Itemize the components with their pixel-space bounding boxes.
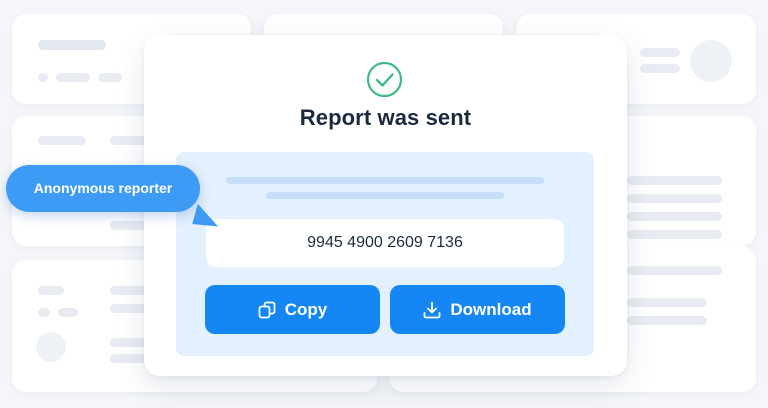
placeholder-line — [640, 48, 680, 57]
cursor-pointer-icon — [192, 203, 219, 227]
copy-button[interactable]: Copy — [205, 285, 380, 334]
placeholder-line — [627, 194, 722, 203]
anonymous-reporter-badge: Anonymous reporter — [6, 165, 200, 212]
placeholder-line — [38, 136, 86, 145]
placeholder-line — [640, 64, 680, 73]
placeholder-avatar — [690, 40, 732, 82]
placeholder-line — [38, 286, 64, 295]
check-circle-icon — [366, 61, 403, 98]
dialog-title: Report was sent — [299, 105, 472, 130]
placeholder-line — [627, 298, 707, 307]
placeholder-line — [38, 40, 106, 50]
placeholder-line — [627, 230, 722, 239]
placeholder-line — [627, 212, 722, 221]
placeholder-line — [627, 176, 722, 185]
placeholder-line — [266, 192, 504, 199]
placeholder-line — [38, 308, 50, 317]
placeholder-avatar — [36, 332, 66, 362]
copy-button-label: Copy — [284, 299, 328, 319]
download-button-label: Download — [450, 299, 532, 319]
download-icon — [423, 301, 441, 318]
placeholder-line — [627, 316, 707, 325]
placeholder-line — [56, 73, 90, 82]
placeholder-line — [98, 73, 122, 82]
placeholder-line — [38, 73, 48, 82]
report-code: 9945 4900 2609 7136 — [206, 219, 564, 267]
placeholder-line — [226, 177, 544, 184]
download-button[interactable]: Download — [390, 285, 565, 334]
placeholder-line — [627, 266, 722, 275]
copy-icon — [258, 301, 276, 318]
placeholder-line — [58, 308, 78, 317]
report-code-panel: 9945 4900 2609 7136 Copy Download — [176, 152, 594, 356]
